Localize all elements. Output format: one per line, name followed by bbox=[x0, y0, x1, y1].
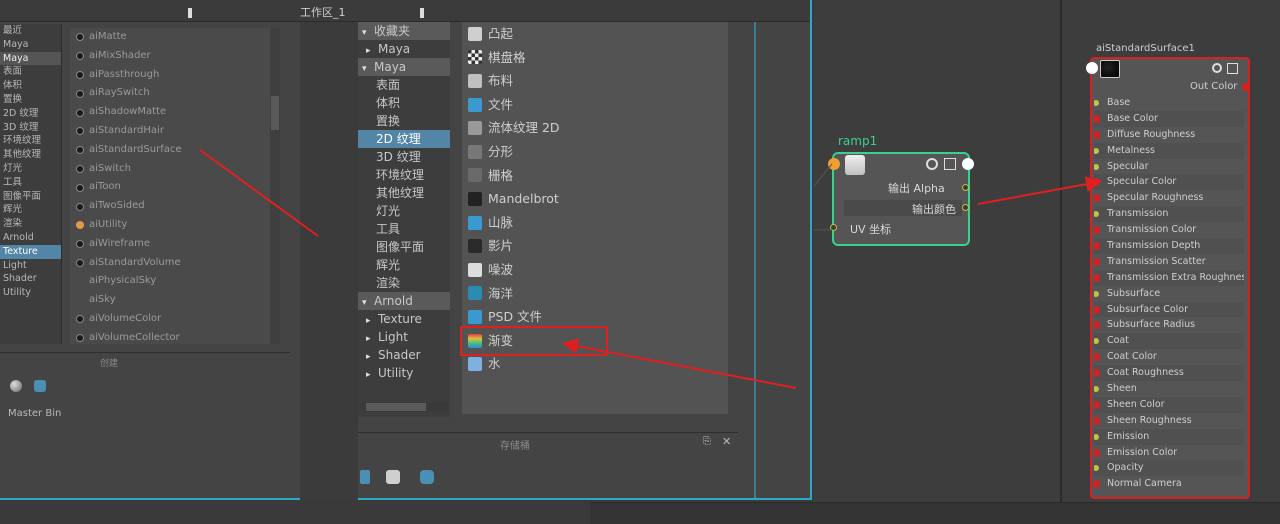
annotation-layer bbox=[199, 149, 1102, 389]
graph-wire bbox=[813, 163, 833, 187]
annotation-arrow-ramp bbox=[562, 338, 797, 389]
annotation-arrow-left bbox=[199, 149, 319, 237]
hypershade-window: 工作区_1 最近 Maya Maya 表面 体积 置换 2D 纹理 3D 纹理 环境纹理 其他纹理… bbox=[0, 0, 1280, 524]
annotation-arrow-connection bbox=[977, 176, 1102, 205]
